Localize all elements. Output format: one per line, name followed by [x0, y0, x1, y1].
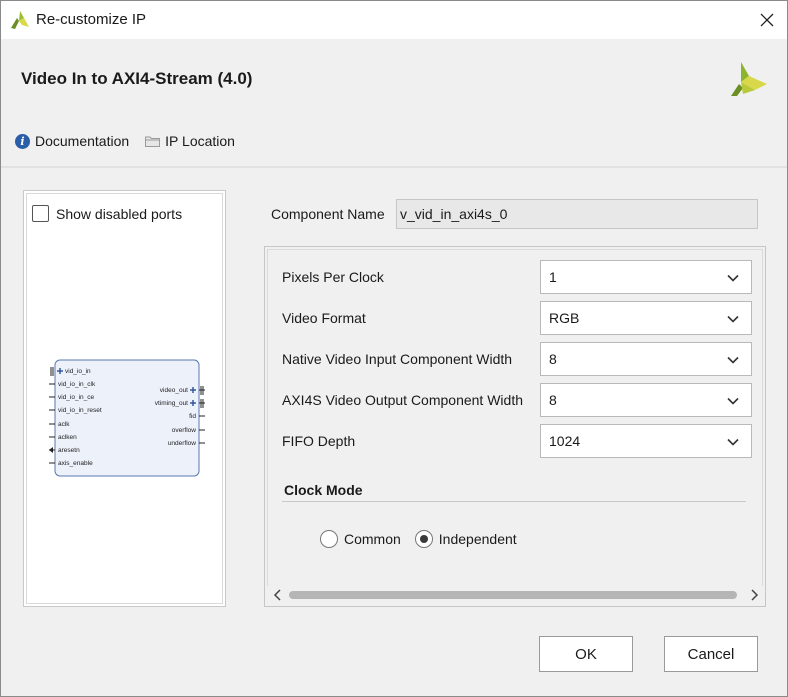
chevron-down-icon: [727, 438, 739, 446]
port-label-left: vid_io_in_clk: [58, 381, 96, 388]
scroll-right-icon[interactable]: [747, 588, 761, 602]
radio-button-selected[interactable]: [414, 530, 433, 548]
chevron-down-icon: [727, 274, 739, 282]
pixels-per-clock-label: Pixels Per Clock: [282, 269, 384, 285]
scroll-left-icon[interactable]: [271, 588, 285, 602]
chevron-down-icon: [727, 315, 739, 323]
clock-mode-title: Clock Mode: [284, 482, 363, 498]
xilinx-logo-icon: [731, 62, 767, 96]
ip-symbol-canvas: Show disabled ports vid_io_in vid_io_in_…: [26, 193, 223, 604]
port-label-right: vtiming_out: [155, 400, 188, 407]
dropdown-value: 1: [549, 269, 557, 285]
ok-button[interactable]: OK: [539, 636, 633, 672]
video-format-dropdown[interactable]: RGB: [540, 301, 752, 335]
folder-icon: [145, 136, 161, 147]
xilinx-app-icon: [11, 11, 29, 29]
checkbox-box[interactable]: [32, 205, 49, 222]
horizontal-scrollbar[interactable]: [267, 586, 763, 604]
clock-mode-independent-option[interactable]: Independent: [414, 530, 517, 548]
component-name-label: Component Name: [271, 206, 385, 222]
ip-symbol-panel: Show disabled ports vid_io_in vid_io_in_…: [23, 190, 226, 607]
dropdown-value: RGB: [549, 310, 580, 326]
radio-label: Common: [344, 531, 401, 547]
port-label-right: underflow: [168, 440, 196, 447]
param-row-fifo-depth: FIFO Depth 1024: [282, 424, 752, 458]
native-video-width-label: Native Video Input Component Width: [282, 351, 513, 367]
radio-button[interactable]: [320, 530, 338, 548]
axi4s-output-width-dropdown[interactable]: 8: [540, 383, 752, 417]
port-label-right: video_out: [160, 387, 188, 394]
fifo-depth-label: FIFO Depth: [282, 433, 356, 449]
chevron-down-icon: [727, 356, 739, 364]
header-links: i Documentation IP Location: [15, 133, 235, 149]
native-video-width-dropdown[interactable]: 8: [540, 342, 752, 376]
documentation-link[interactable]: i Documentation: [15, 133, 129, 149]
cancel-button[interactable]: Cancel: [664, 636, 758, 672]
close-icon: [760, 13, 774, 27]
section-divider: [282, 501, 746, 502]
component-name-field[interactable]: [396, 199, 758, 229]
port-label-left: aresetn: [58, 447, 80, 454]
parameters-scroll-area: Pixels Per Clock 1 Video Format RGB Nati…: [267, 249, 763, 587]
port-label-left: vid_io_in: [65, 368, 91, 375]
ip-location-link[interactable]: IP Location: [145, 133, 235, 149]
show-disabled-ports-checkbox[interactable]: Show disabled ports: [32, 205, 182, 222]
ip-block-symbol[interactable]: vid_io_in vid_io_in_clk vid_io_in_ce vid…: [49, 359, 224, 477]
window-title: Re-customize IP: [36, 11, 147, 28]
port-label-left: aclken: [58, 434, 77, 441]
info-icon: i: [15, 133, 30, 149]
param-row-axi4s-output-width: AXI4S Video Output Component Width 8: [282, 383, 752, 417]
param-row-native-video-width: Native Video Input Component Width 8: [282, 342, 752, 376]
video-format-label: Video Format: [282, 310, 366, 326]
radio-label: Independent: [438, 531, 517, 547]
pixels-per-clock-dropdown[interactable]: 1: [540, 260, 752, 294]
param-row-pixels-per-clock: Pixels Per Clock 1: [282, 260, 752, 294]
ip-location-label: IP Location: [165, 133, 235, 149]
dropdown-value: 1024: [549, 433, 581, 449]
port-label-left: aclk: [58, 421, 70, 428]
dropdown-value: 8: [549, 351, 557, 367]
param-row-video-format: Video Format RGB: [282, 301, 752, 335]
documentation-label: Documentation: [35, 133, 130, 149]
port-label-right: overflow: [172, 427, 197, 434]
show-disabled-ports-label: Show disabled ports: [56, 205, 183, 222]
clock-mode-radio-group: Common Independent: [320, 530, 517, 548]
clock-mode-common-option[interactable]: Common: [320, 530, 401, 548]
dropdown-value: 8: [549, 392, 557, 408]
port-label-left: axis_enable: [58, 460, 93, 467]
close-button[interactable]: [753, 7, 781, 33]
port-label-right: fid: [189, 413, 196, 420]
port-label-left: vid_io_in_ce: [58, 394, 95, 401]
ip-block-body: [54, 359, 200, 477]
scrollbar-thumb[interactable]: [289, 591, 737, 599]
fifo-depth-dropdown[interactable]: 1024: [540, 424, 752, 458]
title-bar: Re-customize IP: [1, 1, 787, 39]
port-label-left: vid_io_in_reset: [58, 407, 102, 414]
ip-title: Video In to AXI4-Stream (4.0): [21, 69, 253, 88]
parameters-panel: Pixels Per Clock 1 Video Format RGB Nati…: [264, 246, 766, 607]
chevron-down-icon: [727, 397, 739, 405]
ip-header: Video In to AXI4-Stream (4.0) i Document…: [1, 40, 787, 168]
axi4s-output-width-label: AXI4S Video Output Component Width: [282, 392, 523, 408]
dialog-window: Re-customize IP Video In to AXI4-Stream …: [0, 0, 788, 697]
